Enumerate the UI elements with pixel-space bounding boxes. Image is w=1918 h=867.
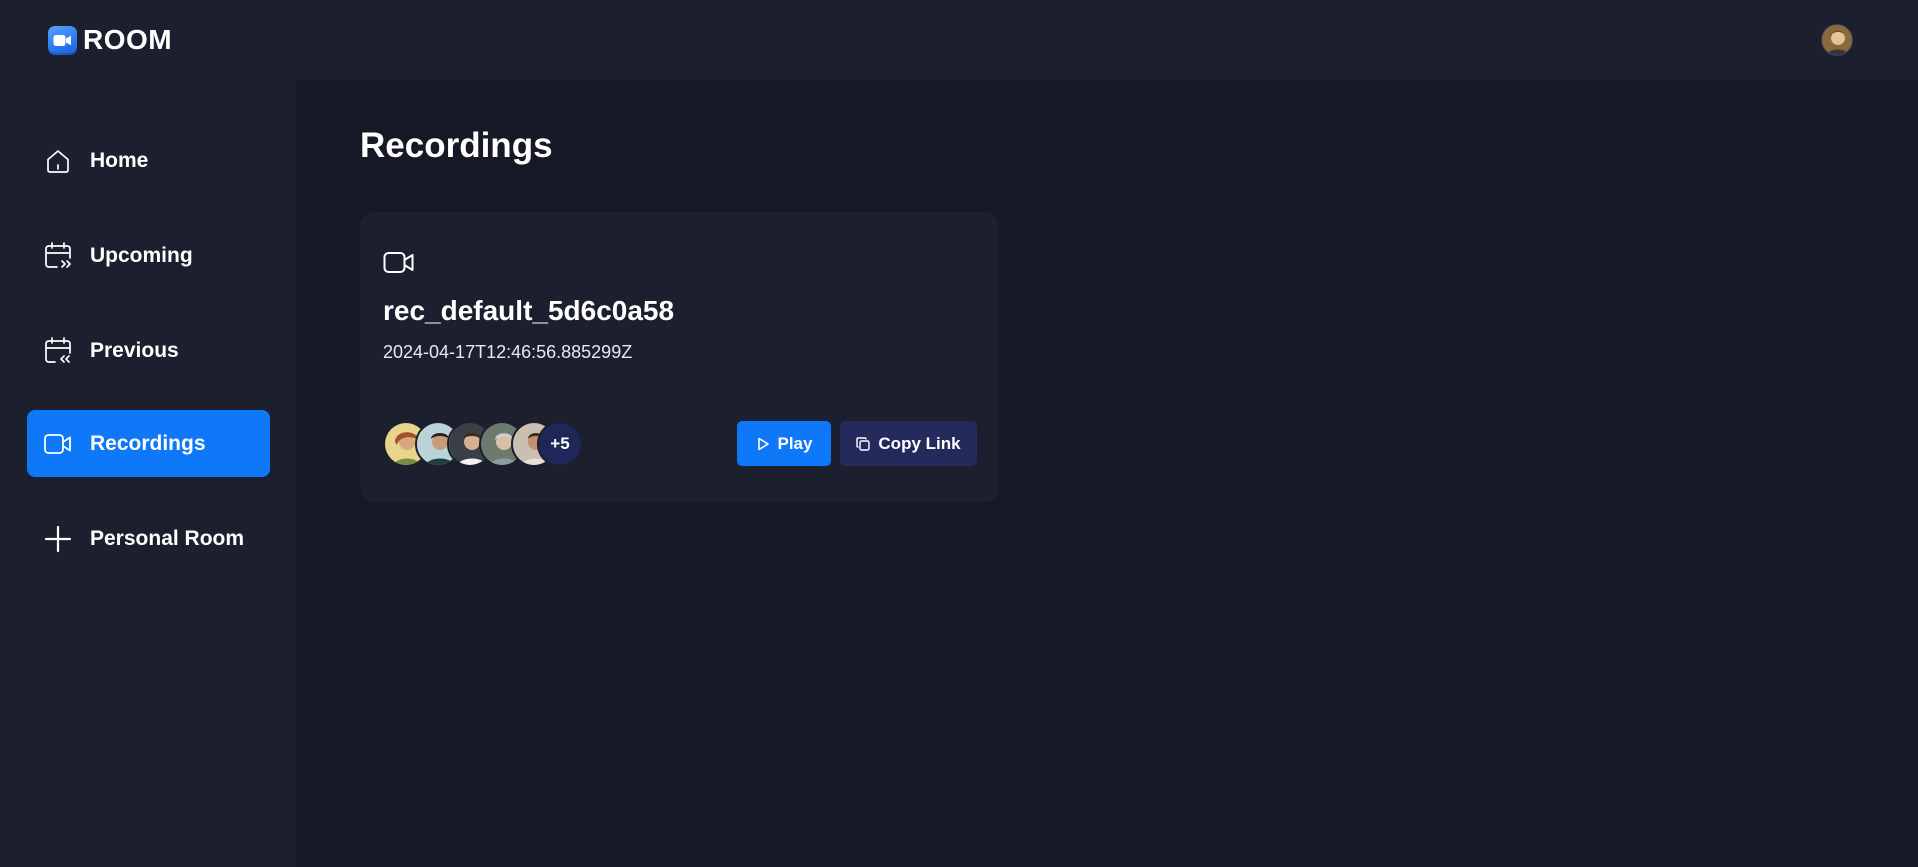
play-button[interactable]: Play bbox=[737, 421, 831, 466]
sidebar-item-recordings[interactable]: Recordings bbox=[27, 410, 270, 477]
sidebar-item-previous[interactable]: Previous bbox=[27, 317, 270, 384]
recording-title: rec_default_5d6c0a58 bbox=[383, 295, 675, 326]
sidebar-item-upcoming[interactable]: Upcoming bbox=[27, 222, 270, 289]
app-logo[interactable]: ROOM bbox=[48, 24, 172, 56]
sidebar-item-personal-room[interactable]: Personal Room bbox=[27, 505, 270, 572]
sidebar-item-label: Upcoming bbox=[90, 243, 193, 267]
sidebar: Home Upcoming Previous Recordings Person… bbox=[0, 80, 296, 867]
play-icon bbox=[756, 437, 770, 451]
more-attendees-badge: +5 bbox=[537, 421, 583, 467]
sidebar-item-home[interactable]: Home bbox=[27, 127, 270, 194]
sidebar-item-label: Home bbox=[90, 148, 149, 172]
video-icon bbox=[383, 248, 415, 276]
sidebar-item-label: Previous bbox=[90, 338, 179, 362]
play-button-label: Play bbox=[777, 433, 813, 453]
calendar-forward-icon bbox=[43, 241, 73, 271]
video-icon bbox=[43, 429, 73, 459]
attendee-avatars: +5 bbox=[383, 421, 593, 467]
sidebar-item-label: Recordings bbox=[90, 431, 206, 455]
sidebar-item-label: Personal Room bbox=[90, 526, 245, 550]
top-navbar: ROOM bbox=[0, 0, 1918, 80]
home-icon bbox=[43, 146, 73, 176]
calendar-back-icon bbox=[43, 336, 73, 366]
recording-card: rec_default_5d6c0a58 2024-04-17T12:46:56… bbox=[360, 212, 999, 502]
user-avatar[interactable] bbox=[1821, 24, 1853, 56]
app-name: ROOM bbox=[83, 24, 173, 55]
plus-icon bbox=[43, 524, 73, 554]
copy-icon bbox=[856, 436, 871, 451]
copy-link-button[interactable]: Copy Link bbox=[840, 421, 977, 466]
video-camera-logo-icon bbox=[48, 25, 77, 55]
page-title: Recordings bbox=[360, 126, 553, 165]
copy-link-button-label: Copy Link bbox=[878, 433, 961, 453]
recording-date: 2024-04-17T12:46:56.885299Z bbox=[383, 342, 633, 362]
